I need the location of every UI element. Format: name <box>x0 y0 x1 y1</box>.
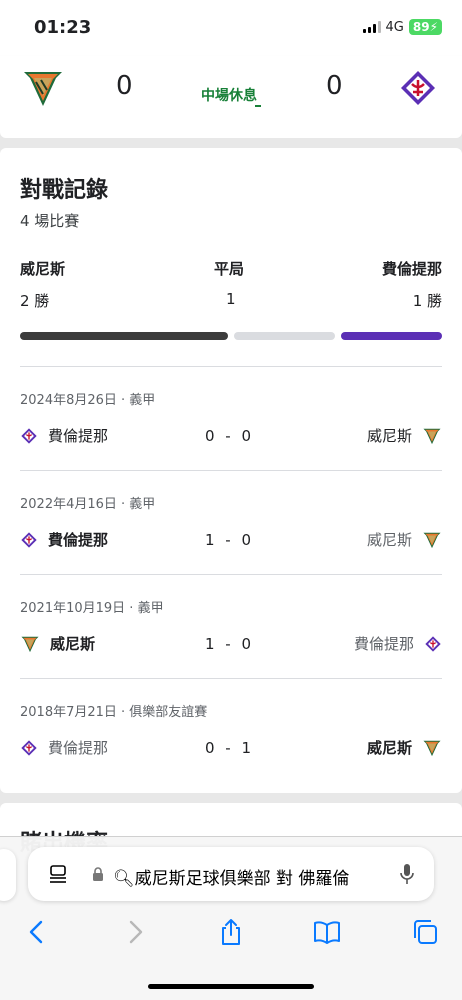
fiorentina-logo-icon <box>21 531 37 548</box>
match-left-team: 威尼斯 <box>20 633 95 654</box>
home-indicator[interactable] <box>148 984 314 989</box>
match-date: 2024年8月26日 · 義甲 <box>20 393 156 408</box>
match-status: 中場休息 <box>201 88 257 104</box>
card-title: 對戰記錄 <box>20 178 109 203</box>
share-icon[interactable] <box>216 917 246 947</box>
team-name: 費倫提那 <box>48 739 109 757</box>
match-row[interactable]: 2021年10月19日 · 義甲 威尼斯 1 - 0 費倫提那 <box>20 574 442 678</box>
lock-icon <box>93 867 103 881</box>
match-score: 0 - 1 <box>205 739 255 757</box>
match-date: 2021年10月19日 · 義甲 <box>20 601 164 616</box>
fiorentina-logo-icon <box>21 427 37 444</box>
previous-card-bottom <box>0 122 462 138</box>
match-date: 2018年7月21日 · 俱樂部友誼賽 <box>20 705 208 720</box>
status-indicators: 4G 89⚡ <box>362 19 442 35</box>
match-right-team: 威尼斯 <box>367 425 442 446</box>
match-date: 2022年4月16日 · 義甲 <box>20 497 156 512</box>
back-icon[interactable] <box>22 917 52 947</box>
team-name: 威尼斯 <box>366 427 412 445</box>
head-to-head-card: 對戰記錄 4 場比賽 威尼斯 平局 費倫提那 2 勝 1 1 勝 2024年8月… <box>0 148 462 793</box>
status-underline <box>255 105 261 107</box>
match-count: 4 場比賽 <box>20 212 80 230</box>
battery-level: 89 <box>412 20 430 34</box>
team-name: 費倫提那 <box>353 635 414 653</box>
forward-icon[interactable] <box>120 917 150 947</box>
match-left-team: 費倫提那 <box>20 737 108 758</box>
venezia-logo-icon <box>24 72 62 106</box>
venezia-logo-icon <box>21 636 39 652</box>
battery-icon: 89⚡ <box>408 19 442 35</box>
match-row[interactable]: 2018年7月21日 · 俱樂部友誼賽 費倫提那 0 - 1 威尼斯 <box>20 678 442 782</box>
bookmarks-icon[interactable] <box>312 917 342 947</box>
match-left-team: 費倫提那 <box>20 425 108 446</box>
home-team-label: 威尼斯 <box>20 260 66 278</box>
match-right-team: 威尼斯 <box>367 529 442 550</box>
draws-bar <box>234 332 335 340</box>
tabs-icon[interactable] <box>410 917 440 947</box>
home-wins: 2 勝 <box>20 292 50 310</box>
url-text: 🔍︎威尼斯足球俱樂部 對 佛羅倫 <box>113 869 350 889</box>
match-score: 0 - 0 <box>205 427 255 445</box>
match-score: 1 - 0 <box>205 531 255 549</box>
team-name: 威尼斯 <box>50 635 96 653</box>
team-name: 威尼斯 <box>366 739 412 757</box>
away-score: 0 <box>326 71 343 101</box>
draw-label: 平局 <box>214 260 245 278</box>
away-wins-bar <box>341 332 442 340</box>
match-score: 1 - 0 <box>205 635 255 653</box>
match-left-team: 費倫提那 <box>20 529 108 550</box>
fiorentina-logo-icon <box>21 739 37 756</box>
status-bar: 01:23 4G 89⚡ <box>0 0 462 56</box>
url-value: 威尼斯足球俱樂部 對 佛羅倫 <box>134 869 350 889</box>
address-bar[interactable]: 🔍︎威尼斯足球俱樂部 對 佛羅倫 <box>28 847 434 901</box>
match-right-team: 威尼斯 <box>367 737 442 758</box>
home-score: 0 <box>116 71 133 101</box>
page-menu-icon[interactable] <box>48 864 68 884</box>
signal-icon <box>362 21 381 33</box>
microphone-icon[interactable] <box>400 863 414 885</box>
match-right-team: 費倫提那 <box>354 633 442 654</box>
away-wins: 1 勝 <box>412 292 442 310</box>
venezia-logo-icon <box>423 532 441 548</box>
browser-toolbar: 🔍︎威尼斯足球俱樂部 對 佛羅倫 <box>0 836 462 1000</box>
team-name: 費倫提那 <box>48 427 109 445</box>
away-team-label: 費倫提那 <box>381 260 442 278</box>
venezia-logo-icon <box>423 740 441 756</box>
fiorentina-logo-icon <box>401 71 435 105</box>
home-wins-bar <box>20 332 228 340</box>
fiorentina-logo-icon <box>425 635 441 652</box>
venezia-logo-icon <box>423 428 441 444</box>
network-label: 4G <box>385 19 404 35</box>
match-row[interactable]: 2024年8月26日 · 義甲 費倫提那 0 - 0 威尼斯 <box>20 366 442 470</box>
previous-tab-pill[interactable] <box>0 849 16 901</box>
team-name: 費倫提那 <box>48 531 109 549</box>
match-row[interactable]: 2022年4月16日 · 義甲 費倫提那 1 - 0 威尼斯 <box>20 470 442 574</box>
team-name: 威尼斯 <box>366 531 412 549</box>
scoreboard[interactable]: 0 中場休息 0 <box>0 56 462 122</box>
status-time: 01:23 <box>34 17 92 38</box>
draw-count: 1 <box>226 290 236 308</box>
